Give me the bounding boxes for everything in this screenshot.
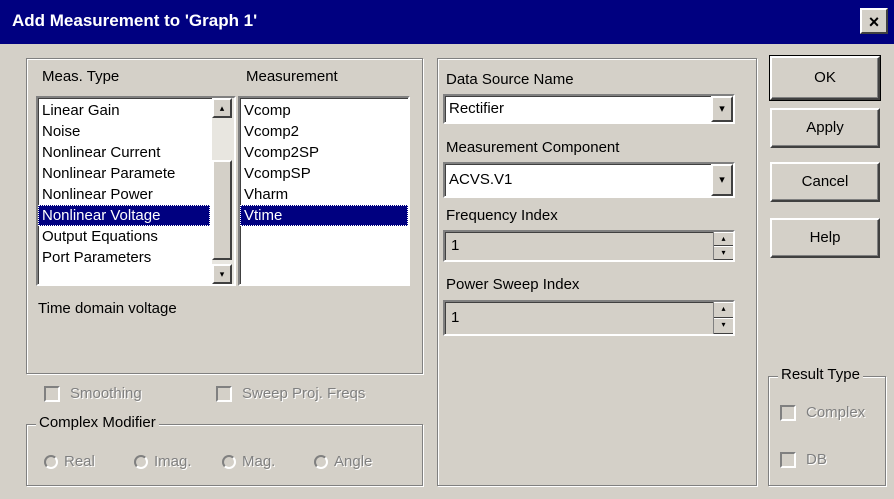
sweep-proj-freqs-label: Sweep Proj. Freqs	[242, 385, 366, 402]
complex-modifier-radio-label: Mag.	[242, 453, 276, 470]
meas-type-item[interactable]: Nonlinear Voltage	[38, 205, 210, 226]
component-label: Measurement Component	[446, 139, 620, 156]
complex-modifier-radio[interactable]	[222, 455, 236, 469]
meas-type-list[interactable]: Linear Gain Noise Nonlinear Current Nonline…	[36, 96, 236, 286]
frequency-index-spin-buttons[interactable]: ▴ ▾	[713, 232, 733, 260]
smoothing-checkbox[interactable]	[44, 386, 60, 402]
meas-type-item[interactable]: Nonlinear Power	[38, 184, 210, 205]
meas-type-item[interactable]: Linear Gain	[38, 100, 210, 121]
db-label: DB	[806, 451, 827, 468]
complex-modifier-radio-label: Angle	[334, 453, 373, 470]
component-select[interactable]: ACVS.V1 ▾	[443, 162, 735, 198]
complex-modifier-radio[interactable]	[44, 455, 58, 469]
close-icon[interactable]: ×	[860, 8, 888, 34]
cancel-button[interactable]: Cancel	[770, 162, 880, 202]
result-type-group	[768, 376, 886, 486]
measurement-header: Measurement	[246, 68, 338, 85]
power-sweep-index-spinner[interactable]: 1 ▴ ▾	[443, 300, 735, 336]
meas-type-item[interactable]: Noise	[38, 121, 210, 142]
spin-down-icon[interactable]: ▾	[714, 246, 733, 260]
window-title: Add Measurement to 'Graph 1'	[12, 11, 258, 30]
scroll-thumb[interactable]	[212, 160, 232, 260]
measurement-item[interactable]: VcompSP	[240, 163, 408, 184]
measurement-description: Time domain voltage	[38, 300, 177, 317]
db-checkbox[interactable]	[780, 452, 796, 468]
complex-modifier-title: Complex Modifier	[36, 414, 159, 431]
frequency-index-label: Frequency Index	[446, 207, 558, 224]
spin-up-icon[interactable]: ▴	[714, 302, 733, 318]
complex-modifier-radio-label: Imag.	[154, 453, 192, 470]
frequency-index-spinner[interactable]: 1 ▴ ▾	[443, 230, 735, 262]
complex-modifier-radio-label: Real	[64, 453, 95, 470]
chevron-down-icon[interactable]: ▾	[711, 164, 733, 196]
ok-button[interactable]: OK	[769, 55, 881, 101]
measurement-item[interactable]: Vcomp	[240, 100, 408, 121]
complex-modifier-radio[interactable]	[134, 455, 148, 469]
measurement-list[interactable]: Vcomp Vcomp2 Vcomp2SP VcompSP Vharm Vtime	[238, 96, 410, 286]
scroll-down-icon[interactable]: ▾	[212, 264, 232, 284]
meas-type-item[interactable]: Output Equations	[38, 226, 210, 247]
meas-type-item[interactable]: Nonlinear Paramete	[38, 163, 210, 184]
spin-down-icon[interactable]: ▾	[714, 318, 733, 334]
measurement-item[interactable]: Vcomp2SP	[240, 142, 408, 163]
meas-type-item[interactable]: Port Parameters	[38, 247, 210, 268]
result-type-title: Result Type	[778, 366, 863, 383]
scroll-up-icon[interactable]: ▴	[212, 98, 232, 118]
help-button[interactable]: Help	[770, 218, 880, 258]
complex-label: Complex	[806, 404, 866, 421]
complex-modifier-radio[interactable]	[314, 455, 328, 469]
spin-up-icon[interactable]: ▴	[714, 232, 733, 246]
measurement-item[interactable]: Vharm	[240, 184, 408, 205]
smoothing-label: Smoothing	[70, 385, 142, 402]
measurement-item[interactable]: Vtime	[240, 205, 408, 226]
title-bar: Add Measurement to 'Graph 1' ×	[0, 0, 894, 44]
sweep-proj-freqs-checkbox[interactable]	[216, 386, 232, 402]
meas-type-header: Meas. Type	[42, 68, 120, 85]
frequency-index-value: 1	[451, 237, 460, 254]
meas-type-item[interactable]: Nonlinear Current	[38, 142, 210, 163]
meas-type-scrollbar[interactable]: ▴ ▾	[212, 98, 234, 284]
chevron-down-icon[interactable]: ▾	[711, 96, 733, 122]
data-source-select[interactable]: Rectifier ▾	[443, 94, 735, 124]
power-sweep-index-label: Power Sweep Index	[446, 276, 580, 293]
data-source-value: Rectifier	[449, 100, 505, 117]
apply-button[interactable]: Apply	[770, 108, 880, 148]
complex-checkbox[interactable]	[780, 405, 796, 421]
data-source-label: Data Source Name	[446, 71, 574, 88]
power-sweep-spin-buttons[interactable]: ▴ ▾	[713, 302, 733, 334]
measurement-item[interactable]: Vcomp2	[240, 121, 408, 142]
power-sweep-index-value: 1	[451, 309, 460, 326]
component-value: ACVS.V1	[449, 171, 513, 188]
